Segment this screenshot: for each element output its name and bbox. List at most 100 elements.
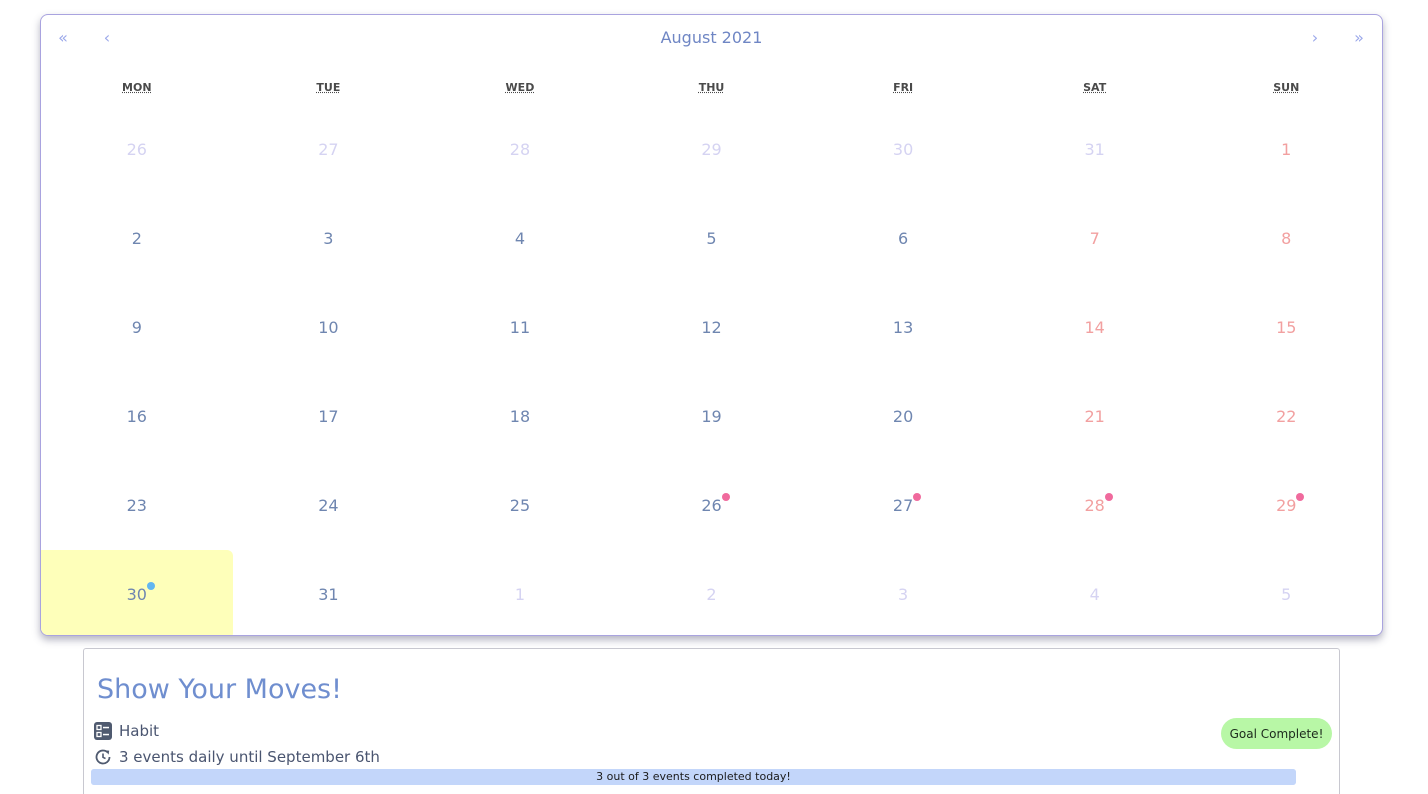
- calendar-day[interactable]: 31: [999, 105, 1191, 194]
- day-number: 3: [323, 229, 334, 248]
- day-number: 12: [701, 318, 722, 337]
- day-number: 16: [126, 407, 147, 426]
- calendar-day[interactable]: 23: [41, 461, 233, 550]
- calendar-day[interactable]: 11: [424, 283, 616, 372]
- calendar-day[interactable]: 26: [41, 105, 233, 194]
- day-number: 21: [1084, 407, 1105, 426]
- calendar-day[interactable]: 14: [999, 283, 1191, 372]
- weekday-fri: FRI: [893, 81, 914, 94]
- calendar-day[interactable]: 29: [1190, 461, 1382, 550]
- day-number: 31: [318, 585, 339, 604]
- event-dot-icon: [146, 582, 155, 590]
- day-number: 27: [318, 140, 339, 159]
- calendar-day[interactable]: 4: [999, 550, 1191, 635]
- weekday-tue: TUE: [316, 81, 341, 94]
- calendar-day[interactable]: 30: [807, 105, 999, 194]
- calendar: « ‹ August 2021 › » MON TUE WED THU FRI …: [40, 14, 1383, 636]
- progress-text: 3 out of 3 events completed today!: [596, 770, 791, 783]
- day-number: 29: [701, 140, 722, 159]
- calendar-day[interactable]: 28: [424, 105, 616, 194]
- calendar-day[interactable]: 5: [616, 194, 808, 283]
- calendar-day[interactable]: 15: [1190, 283, 1382, 372]
- day-number: 23: [126, 496, 147, 515]
- calendar-day[interactable]: 3: [807, 550, 999, 635]
- day-number: 27: [893, 493, 922, 515]
- day-number: 24: [318, 496, 339, 515]
- calendar-day[interactable]: 7: [999, 194, 1191, 283]
- day-number: 26: [126, 140, 147, 159]
- day-number: 7: [1089, 229, 1100, 248]
- day-number: 17: [318, 407, 339, 426]
- calendar-day[interactable]: 22: [1190, 372, 1382, 461]
- day-number: 5: [706, 229, 717, 248]
- calendar-day[interactable]: 27: [233, 105, 425, 194]
- day-number: 6: [898, 229, 909, 248]
- repeat-clock-icon: [95, 749, 111, 765]
- calendar-day[interactable]: 3: [233, 194, 425, 283]
- event-title: Show Your Moves!: [97, 674, 342, 705]
- event-type-row: Habit: [94, 721, 159, 741]
- calendar-day[interactable]: 21: [999, 372, 1191, 461]
- calendar-day[interactable]: 27: [807, 461, 999, 550]
- event-dot-icon: [1296, 493, 1305, 501]
- calendar-day[interactable]: 18: [424, 372, 616, 461]
- calendar-week-row: 9 10 11 12 13 14 15: [41, 283, 1382, 372]
- day-number: 20: [892, 407, 914, 426]
- day-number: 2: [706, 585, 717, 604]
- day-number: 15: [1276, 318, 1297, 337]
- checklist-icon: [94, 722, 112, 740]
- day-number: 18: [509, 407, 531, 426]
- event-dot-icon: [1104, 493, 1113, 501]
- calendar-week-row: 30 31 1 2 3 4 5: [41, 550, 1382, 635]
- calendar-day[interactable]: 20: [807, 372, 999, 461]
- goal-complete-badge: Goal Complete!: [1221, 718, 1332, 749]
- day-number: 28: [509, 140, 531, 159]
- day-number: 30: [127, 582, 155, 604]
- weekday-header: MON TUE WED THU FRI SAT SUN: [41, 81, 1382, 101]
- calendar-day[interactable]: 28: [999, 461, 1191, 550]
- calendar-day[interactable]: 24: [233, 461, 425, 550]
- day-number: 1: [514, 585, 526, 604]
- day-number: 25: [509, 496, 531, 515]
- weekday-sat: SAT: [1083, 81, 1107, 94]
- calendar-day[interactable]: 10: [233, 283, 425, 372]
- event-dot-icon: [721, 493, 730, 501]
- next-year-button[interactable]: »: [1347, 27, 1371, 49]
- day-number: 1: [1281, 140, 1292, 159]
- calendar-day[interactable]: 12: [616, 283, 808, 372]
- calendar-day[interactable]: 31: [233, 550, 425, 635]
- day-number: 14: [1084, 318, 1105, 337]
- event-type-label: Habit: [119, 722, 160, 740]
- calendar-day[interactable]: 1: [1190, 105, 1382, 194]
- day-number: 28: [1085, 493, 1113, 515]
- calendar-day[interactable]: 4: [424, 194, 616, 283]
- calendar-day[interactable]: 29: [616, 105, 808, 194]
- calendar-day[interactable]: 9: [41, 283, 233, 372]
- weekday-sun: SUN: [1273, 81, 1300, 94]
- calendar-day-today[interactable]: 30: [41, 550, 233, 635]
- calendar-day[interactable]: 26: [616, 461, 808, 550]
- calendar-day[interactable]: 2: [616, 550, 808, 635]
- day-number: 8: [1281, 229, 1292, 248]
- calendar-day[interactable]: 16: [41, 372, 233, 461]
- next-month-button[interactable]: ›: [1303, 27, 1327, 49]
- day-number: 4: [1089, 585, 1100, 604]
- month-label[interactable]: August 2021: [41, 27, 1382, 49]
- day-number: 5: [1281, 585, 1292, 604]
- event-panel: Show Your Moves! Habit 3 events daily un…: [83, 648, 1340, 794]
- calendar-day[interactable]: 13: [807, 283, 999, 372]
- day-number: 11: [509, 318, 531, 337]
- calendar-day[interactable]: 6: [807, 194, 999, 283]
- calendar-day[interactable]: 25: [424, 461, 616, 550]
- weekday-wed: WED: [505, 81, 535, 94]
- weekday-mon: MON: [122, 81, 152, 94]
- calendar-day[interactable]: 5: [1190, 550, 1382, 635]
- calendar-day[interactable]: 19: [616, 372, 808, 461]
- progress-bar: 3 out of 3 events completed today!: [91, 769, 1296, 785]
- calendar-day[interactable]: 8: [1190, 194, 1382, 283]
- weekday-thu: THU: [698, 81, 725, 94]
- calendar-day[interactable]: 2: [41, 194, 233, 283]
- calendar-day[interactable]: 1: [424, 550, 616, 635]
- calendar-day[interactable]: 17: [233, 372, 425, 461]
- day-number: 22: [1276, 407, 1297, 426]
